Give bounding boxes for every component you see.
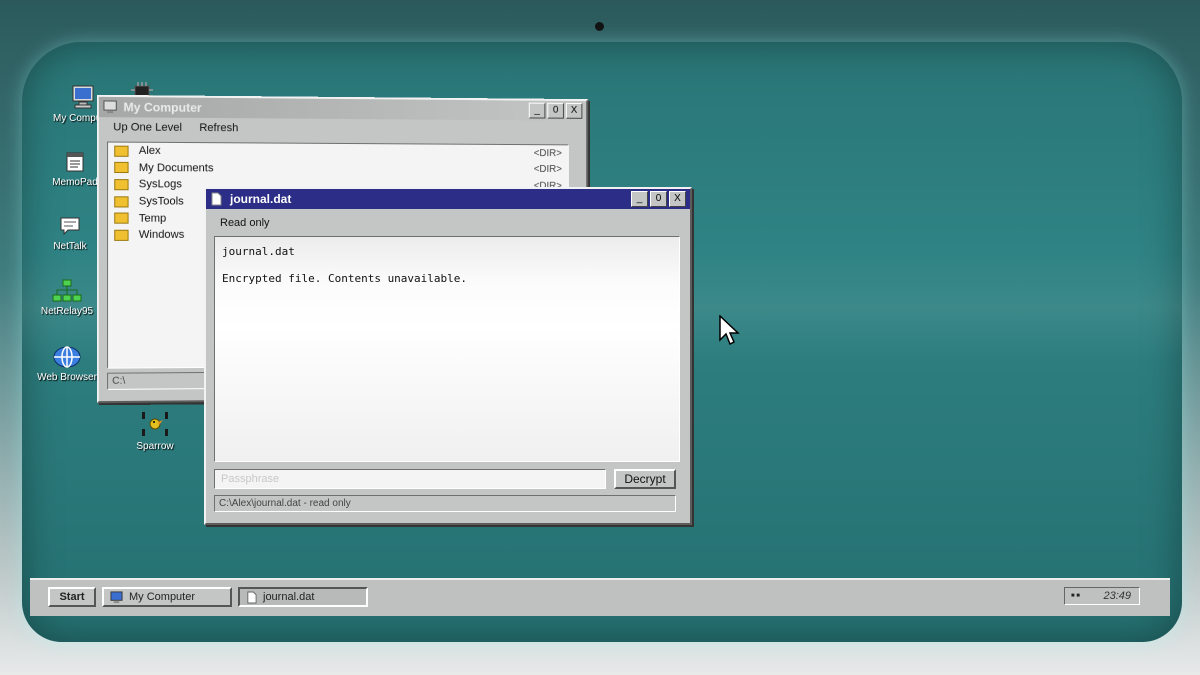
start-label: Start (59, 591, 85, 603)
folder-icon (114, 229, 129, 241)
window-title: My Computer (123, 100, 202, 115)
folder-icon (114, 179, 129, 191)
computer-icon (110, 590, 123, 603)
mouse-cursor-icon (719, 315, 740, 346)
taskbar-item-my-computer[interactable]: My Computer (102, 587, 232, 607)
start-button[interactable]: Start (48, 587, 96, 607)
journal-window: journal.dat _ 0 X Read only journal.dat … (204, 187, 692, 525)
clock: 23:49 (1103, 590, 1131, 602)
computer-icon (72, 85, 94, 109)
passphrase-input[interactable] (214, 469, 606, 489)
menu-bar: Up One Level Refresh (99, 117, 586, 140)
desktop-icon-sparrow[interactable]: Sparrow (110, 410, 200, 452)
file-content-area[interactable]: journal.dat Encrypted file. Contents una… (214, 236, 680, 462)
network-icon (52, 279, 82, 302)
maximize-button[interactable]: 0 (650, 191, 667, 207)
globe-icon (53, 346, 81, 368)
file-type-tag: <DIR> (533, 147, 562, 159)
file-name: Alex (138, 145, 161, 158)
content-line: journal.dat (222, 245, 295, 258)
taskbar-item-label: My Computer (129, 591, 196, 603)
taskbar-item-label: journal.dat (263, 591, 315, 603)
folder-icon (114, 162, 129, 174)
close-button[interactable]: X (565, 102, 583, 119)
up-one-level-button[interactable]: Up One Level (113, 121, 182, 134)
tray-icons: ■ ■ (1071, 593, 1080, 599)
webcam-dot (595, 22, 604, 31)
notepad-icon (66, 152, 84, 172)
file-list-item[interactable]: My Documents <DIR> (108, 159, 568, 178)
close-button[interactable]: X (669, 191, 686, 207)
computer-icon (103, 100, 117, 114)
desktop: My Computer MemoPad NetTalk NetRelay95 W… (22, 42, 1182, 642)
minimize-button[interactable]: _ (631, 191, 648, 207)
content-line: Encrypted file. Contents unavailable. (222, 272, 468, 285)
taskbar: Start My Computer journal.dat ■ ■ 23:49 (30, 578, 1170, 616)
refresh-button[interactable]: Refresh (199, 122, 238, 134)
folder-icon (114, 195, 129, 208)
chat-icon (60, 217, 80, 236)
decrypt-button[interactable]: Decrypt (614, 469, 676, 489)
status-bar: C:\Alex\journal.dat - read only (214, 495, 676, 512)
taskbar-item-journal[interactable]: journal.dat (238, 587, 368, 607)
document-icon (247, 591, 257, 603)
file-type-tag: <DIR> (533, 164, 562, 176)
maximize-button[interactable]: 0 (547, 102, 564, 119)
document-icon (210, 192, 224, 206)
status-bar: C:\ (107, 371, 220, 390)
folder-icon (114, 212, 129, 224)
minimize-button[interactable]: _ (528, 102, 546, 119)
bird-icon (142, 412, 168, 436)
title-bar[interactable]: journal.dat _ 0 X (206, 189, 690, 209)
desktop-icon-label: Sparrow (136, 441, 174, 452)
system-tray: ■ ■ 23:49 (1064, 587, 1140, 605)
file-name: My Documents (138, 161, 214, 175)
mode-label: Read only (220, 217, 270, 229)
window-title: journal.dat (230, 192, 292, 206)
folder-icon (114, 145, 129, 157)
